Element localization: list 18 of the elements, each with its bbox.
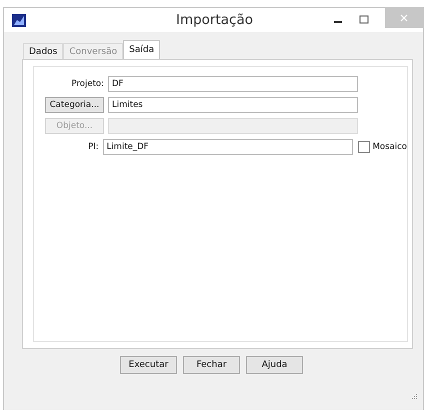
tab[interactable]: Dados [23, 43, 64, 59]
app-icon [12, 14, 26, 26]
tab[interactable]: Saída [123, 40, 160, 59]
checkbox-label: Mosaico [372, 142, 407, 152]
checkbox[interactable] [358, 140, 370, 152]
text-field[interactable]: DF [108, 76, 358, 92]
dialog-button[interactable]: Fechar [183, 356, 240, 374]
dialog-button[interactable]: Executar [120, 356, 177, 374]
window-title: Importação [174, 12, 254, 28]
maximize-icon[interactable] [359, 15, 369, 25]
close-icon [400, 14, 408, 22]
dialog-button[interactable]: Ajuda [246, 356, 303, 374]
select-button[interactable]: Categoria... [45, 96, 104, 112]
field-label: PI: [88, 142, 99, 152]
text-field[interactable]: Limite_DF [102, 138, 353, 154]
text-field[interactable]: Limites [108, 96, 358, 112]
text-field[interactable] [108, 118, 358, 134]
field-label: Projeto: [72, 78, 104, 88]
